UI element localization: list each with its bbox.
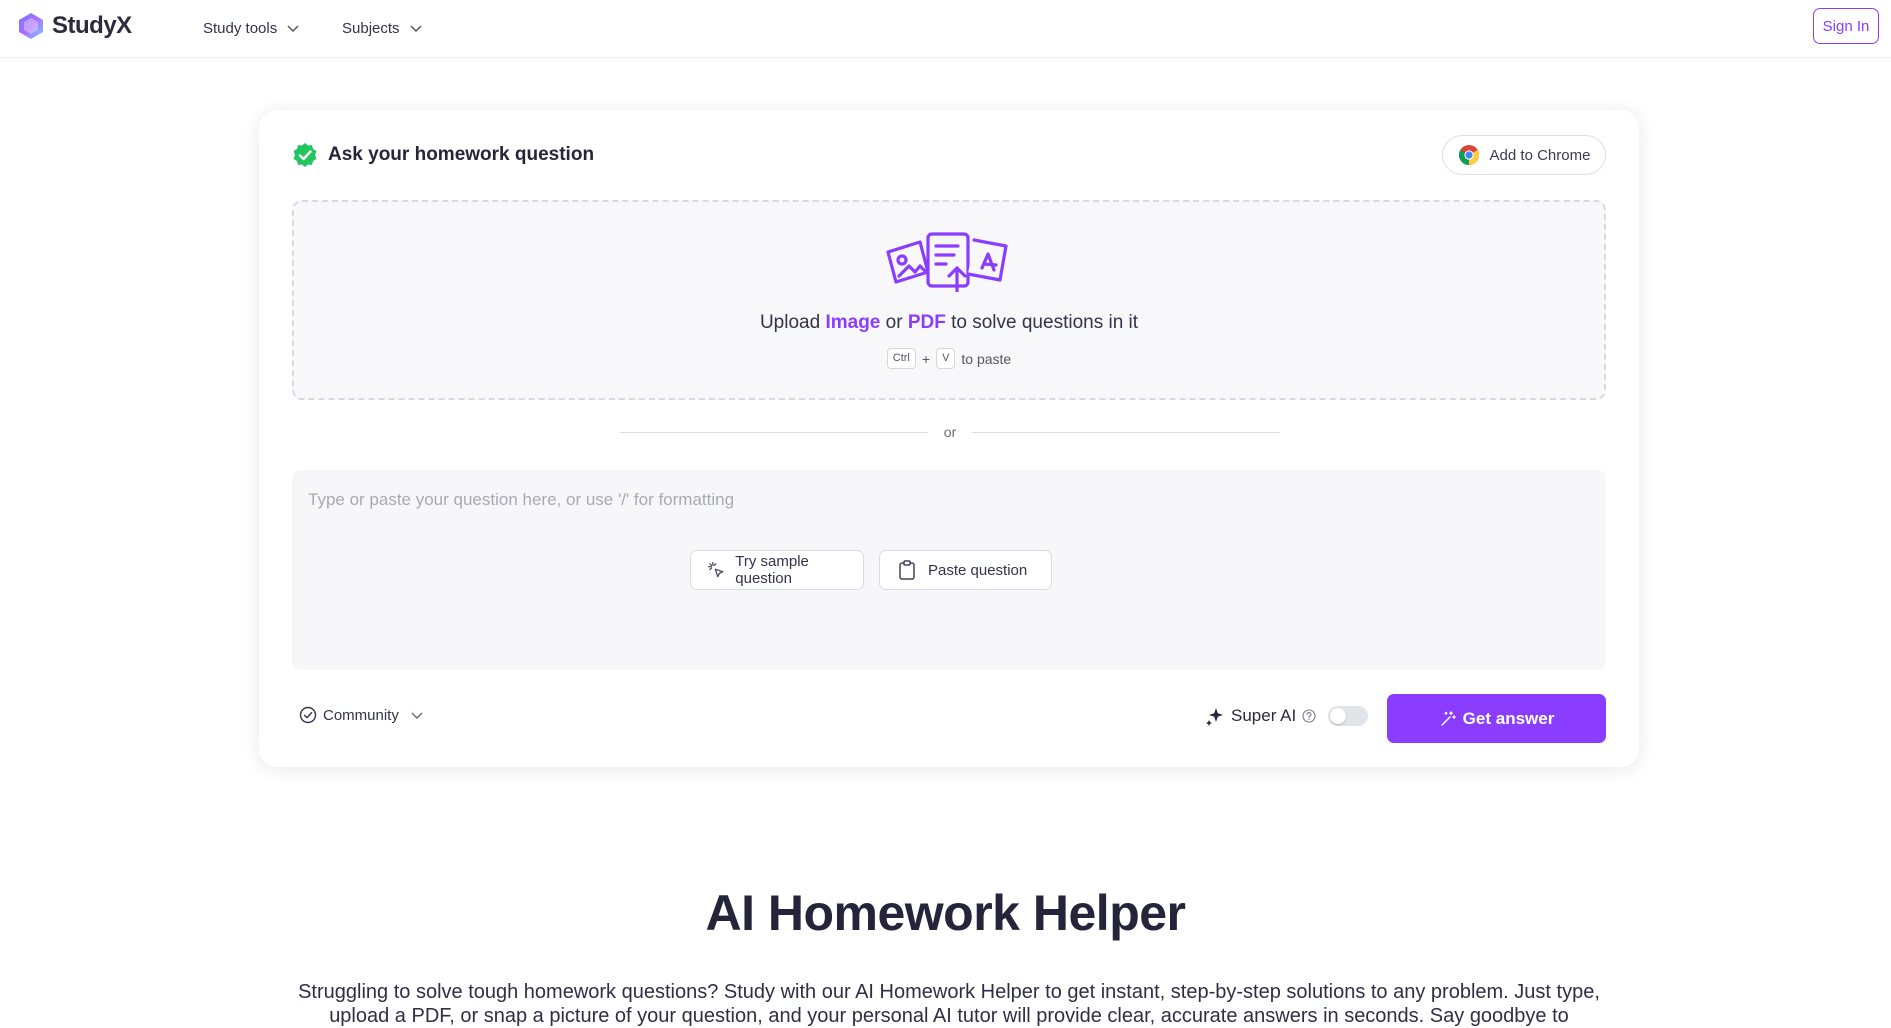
upload-instruction: Upload Image or PDF to solve questions i… xyxy=(294,312,1604,334)
nav-subjects-label: Subjects xyxy=(342,19,400,37)
chrome-icon xyxy=(1458,145,1479,166)
check-circle-icon xyxy=(299,706,317,724)
logo-text: StudyX xyxy=(52,12,132,39)
toggle-knob xyxy=(1330,708,1347,724)
divider-line-right xyxy=(972,431,1281,433)
or-label: or xyxy=(943,424,957,440)
community-dropdown[interactable]: Community xyxy=(299,706,425,724)
upload-middle: or xyxy=(880,312,908,333)
community-label: Community xyxy=(323,706,399,724)
magic-wand-icon xyxy=(1440,710,1456,726)
nav-subjects[interactable]: Subjects xyxy=(342,16,424,40)
check-badge-icon xyxy=(293,143,317,167)
or-divider: or xyxy=(620,422,1281,442)
paste-hint-text: to paste xyxy=(961,350,1012,367)
kbd-ctrl: Ctrl xyxy=(886,348,916,369)
paste-shortcut-hint: Ctrl + V to paste xyxy=(294,348,1604,369)
top-header: StudyX Study tools Subjects Sign In xyxy=(0,0,1891,58)
add-to-chrome-button[interactable]: Add to Chrome xyxy=(1442,135,1606,175)
upload-files-icon xyxy=(886,232,1008,292)
logo[interactable]: StudyX xyxy=(16,10,132,42)
kbd-plus: + xyxy=(921,350,931,367)
add-to-chrome-label: Add to Chrome xyxy=(1489,146,1591,164)
help-circle-icon[interactable] xyxy=(1302,709,1316,723)
chevron-down-icon xyxy=(287,25,299,33)
chevron-down-icon xyxy=(410,25,422,33)
try-sample-question-button[interactable]: Try sample question xyxy=(690,550,864,590)
page-description: Struggling to solve tough homework quest… xyxy=(298,981,1600,1027)
sparkle-icon xyxy=(1206,708,1223,726)
question-card: Ask your homework question Add to Chrome xyxy=(259,110,1639,767)
super-ai-label: Super AI xyxy=(1231,706,1297,725)
chevron-down-icon xyxy=(411,712,423,719)
question-box: Try sample question Paste question xyxy=(292,470,1606,670)
paste-question-label: Paste question xyxy=(928,561,1028,579)
get-answer-button[interactable]: Get answer xyxy=(1387,694,1606,743)
page-title: AI Homework Helper xyxy=(705,885,1186,941)
question-input[interactable] xyxy=(292,470,1606,530)
nav-study-tools[interactable]: Study tools xyxy=(203,16,301,40)
kbd-v: V xyxy=(936,348,956,369)
upload-suffix: to solve questions in it xyxy=(945,312,1139,333)
upload-pdf-link[interactable]: PDF xyxy=(908,312,946,333)
sign-in-button[interactable]: Sign In xyxy=(1813,8,1879,44)
card-title-text: Ask your homework question xyxy=(328,144,595,165)
card-title: Ask your homework question xyxy=(292,142,594,168)
paste-question-button[interactable]: Paste question xyxy=(879,550,1052,590)
super-ai-toggle[interactable] xyxy=(1328,706,1369,726)
upload-prefix: Upload xyxy=(759,312,826,333)
clipboard-icon xyxy=(899,560,915,580)
divider-line-left xyxy=(620,431,928,433)
upload-dropzone[interactable]: Upload Image or PDF to solve questions i… xyxy=(292,200,1606,400)
nav-study-tools-label: Study tools xyxy=(203,19,278,37)
sparkle-cursor-icon xyxy=(708,561,724,578)
super-ai-control: Super AI xyxy=(1205,706,1369,726)
studyx-logo-icon xyxy=(19,13,43,39)
get-answer-label: Get answer xyxy=(1462,708,1555,728)
try-sample-question-label: Try sample question xyxy=(735,553,809,587)
upload-image-link[interactable]: Image xyxy=(825,312,880,333)
